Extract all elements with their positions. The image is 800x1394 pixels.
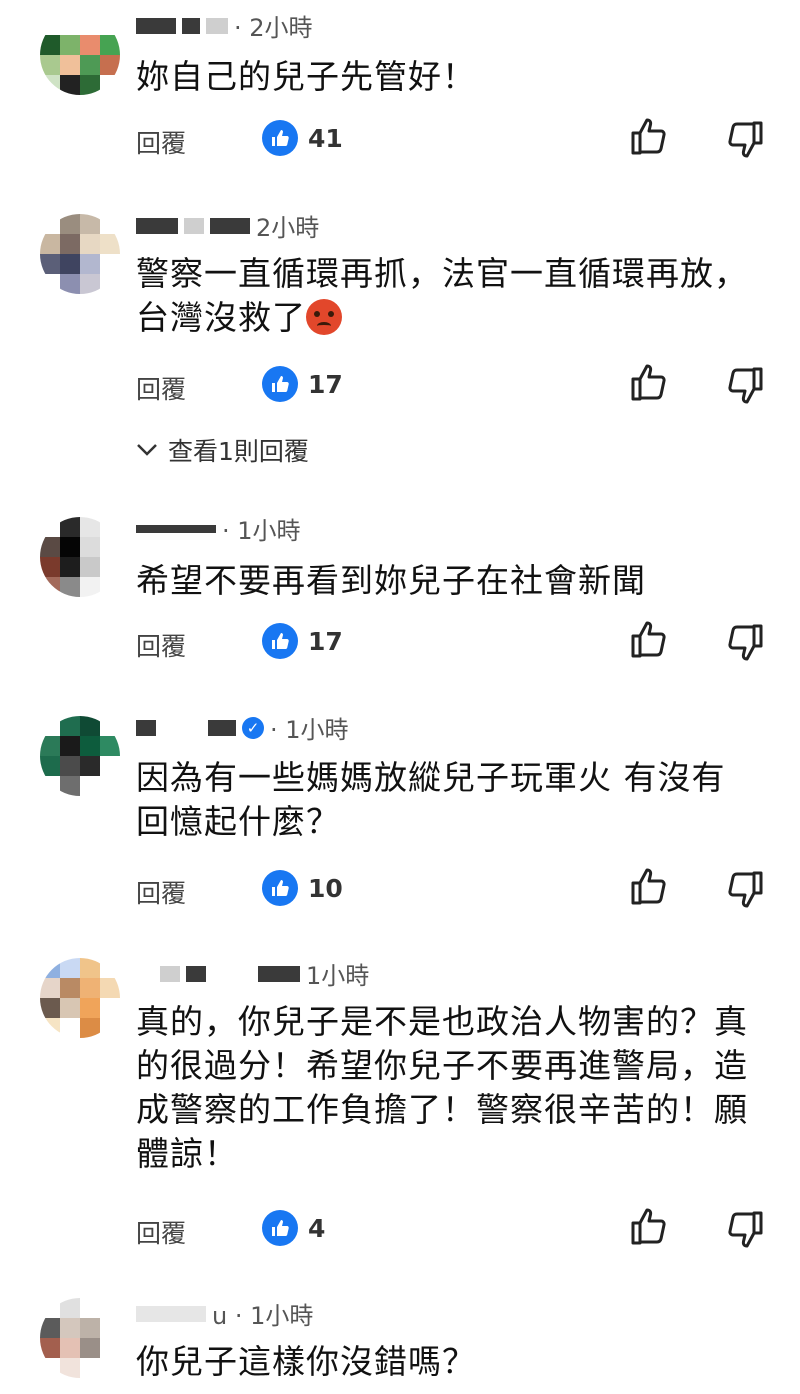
thumb-up-icon[interactable]	[630, 116, 668, 156]
thumb-down-icon[interactable]	[726, 1210, 764, 1250]
comment-text: 警察一直循環再抓，法官一直循環再放， 台灣沒救了	[136, 254, 748, 337]
reply-button[interactable]: 回覆	[136, 874, 186, 910]
like-count: 4	[262, 1210, 325, 1246]
like-count: 41	[262, 120, 343, 156]
timestamp: · 2小時	[234, 14, 313, 42]
avatar[interactable]	[40, 517, 120, 597]
comment-meta: u · 1小時	[136, 1296, 313, 1331]
username-redacted	[208, 719, 236, 736]
comment-text: 真的，你兒子是不是也政治人物害的？真 的很過分！希望你兒子不要再進警局，造 成警…	[136, 1002, 748, 1173]
like-badge-icon	[262, 870, 298, 906]
thumb-down-icon[interactable]	[726, 366, 764, 406]
like-badge-icon	[262, 1210, 298, 1246]
comment-text: 你兒子這樣你沒錯嗎？	[136, 1342, 476, 1381]
username-redacted	[206, 17, 228, 34]
comment-meta: 2小時	[136, 208, 319, 243]
comment-meta: · 1小時	[136, 511, 301, 546]
comment-actions: 回覆 10	[0, 868, 800, 910]
like-badge-icon	[262, 120, 298, 156]
thumb-down-icon[interactable]	[726, 120, 764, 160]
username-redacted	[162, 719, 202, 736]
username-redacted[interactable]	[136, 719, 156, 736]
comment-text: 妳自己的兒子先管好！	[136, 57, 476, 96]
like-badge-icon	[262, 366, 298, 402]
thumb-up-icon[interactable]	[630, 619, 668, 659]
avatar[interactable]	[40, 1298, 120, 1378]
timestamp: u · 1小時	[212, 1302, 314, 1330]
username-redacted[interactable]	[136, 217, 178, 234]
comment-actions: 回覆 17	[0, 364, 800, 406]
username-redacted[interactable]	[160, 965, 180, 982]
comment-actions: 回覆 4	[0, 1208, 800, 1250]
username-redacted[interactable]	[136, 17, 176, 34]
chevron-down-icon	[137, 444, 157, 456]
avatar[interactable]	[40, 15, 120, 95]
avatar[interactable]	[40, 214, 120, 294]
thumb-down-icon[interactable]	[726, 623, 764, 663]
angry-face-emoji-icon	[306, 299, 342, 335]
like-count: 17	[262, 623, 343, 659]
comment-text: 因為有一些媽媽放縱兒子玩軍火 有沒有 回憶起什麼？	[136, 758, 726, 841]
reply-button[interactable]: 回覆	[136, 1214, 186, 1250]
avatar[interactable]	[40, 958, 120, 1038]
comment-actions: 回覆 41	[0, 118, 800, 160]
thumb-up-icon[interactable]	[630, 362, 668, 402]
like-count: 10	[262, 870, 343, 906]
comment-text: 希望不要再看到妳兒子在社會新聞	[136, 561, 646, 600]
reply-button[interactable]: 回覆	[136, 627, 186, 663]
comment-meta: · 2小時	[136, 8, 313, 43]
thumb-down-icon[interactable]	[726, 870, 764, 910]
comment-meta: 1小時	[160, 956, 369, 991]
comment-actions: 回覆 17	[0, 621, 800, 663]
thumb-up-icon[interactable]	[630, 1206, 668, 1246]
username-redacted	[210, 217, 250, 234]
username-redacted	[212, 965, 252, 982]
username-redacted[interactable]	[136, 524, 216, 533]
verified-badge-icon: ✓	[242, 716, 264, 739]
avatar[interactable]	[40, 716, 120, 796]
thumb-up-icon[interactable]	[630, 866, 668, 906]
username-redacted	[258, 965, 300, 982]
reply-button[interactable]: 回覆	[136, 124, 186, 160]
timestamp: 2小時	[256, 214, 320, 242]
timestamp: · 1小時	[270, 716, 349, 744]
username-redacted	[182, 17, 200, 34]
view-replies-button[interactable]: 查看1則回覆	[136, 432, 309, 468]
username-redacted[interactable]	[136, 1305, 206, 1322]
username-redacted	[184, 217, 204, 234]
comment-meta: ✓ · 1小時	[136, 710, 349, 745]
like-badge-icon	[262, 623, 298, 659]
reply-button[interactable]: 回覆	[136, 370, 186, 406]
like-count: 17	[262, 366, 343, 402]
timestamp: · 1小時	[222, 517, 301, 545]
timestamp: 1小時	[306, 962, 370, 990]
username-redacted	[186, 965, 206, 982]
